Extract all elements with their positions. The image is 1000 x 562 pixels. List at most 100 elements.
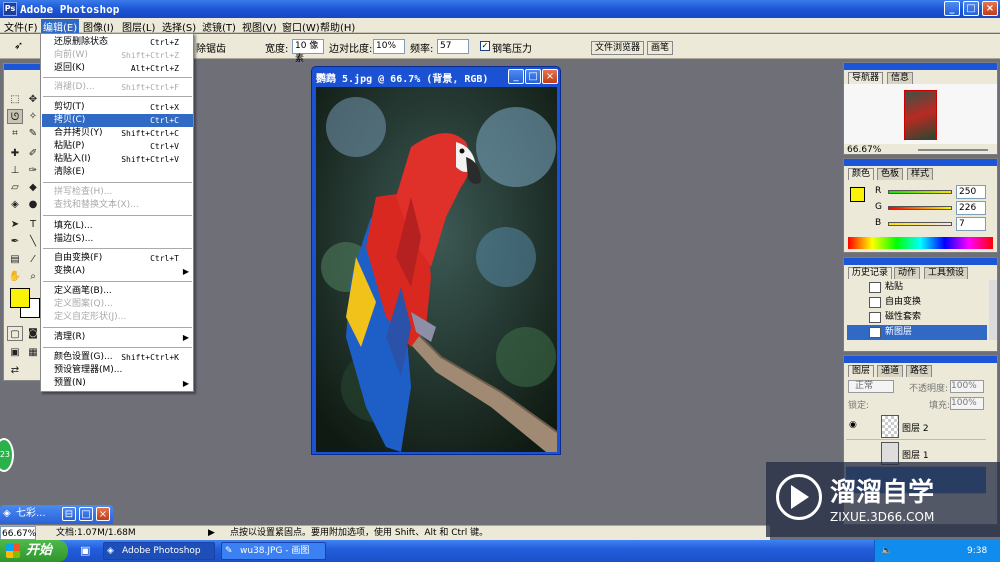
brush-tool-icon[interactable]: ✐ — [25, 146, 41, 161]
quickmask-mode-icon[interactable]: ◙ — [25, 326, 41, 341]
stamp-tool-icon[interactable]: ⊥ — [7, 163, 23, 178]
navigator-zoom-slider[interactable] — [918, 149, 988, 151]
menu-item-copy-merged[interactable]: 合并拷贝(Y) Shift+Ctrl+C — [42, 127, 193, 140]
parrot-photo-canvas[interactable] — [316, 87, 557, 452]
menu-item-color-settings[interactable]: 颜色设置(G)... Shift+Ctrl+K — [42, 351, 193, 364]
menu-item-copy[interactable]: 拷贝(C) Ctrl+C — [42, 114, 193, 127]
history-item-selected[interactable]: 新图层 — [847, 325, 987, 340]
magic-wand-icon[interactable]: ✧ — [25, 109, 41, 124]
contrast-input[interactable]: 10% — [373, 39, 405, 54]
navigator-thumbnail[interactable] — [904, 90, 937, 140]
mini-close-button[interactable]: × — [96, 507, 110, 521]
move-tool-icon[interactable]: ✥ — [25, 92, 41, 107]
g-value[interactable]: 226 — [956, 201, 986, 215]
layer-row[interactable]: ◉ 图层 2 — [846, 413, 986, 440]
mini-maximize-button[interactable]: □ — [79, 507, 93, 521]
zoom-tool-icon[interactable]: ⌕ — [25, 269, 41, 284]
menu-item-preset-manager[interactable]: 预设管理器(M)... — [42, 364, 193, 377]
color-spectrum-ramp[interactable] — [848, 237, 993, 249]
doc-minimize-button[interactable]: _ — [508, 69, 524, 84]
history-item[interactable]: 自由变换 — [847, 295, 987, 310]
green-badge[interactable]: 23 — [0, 438, 14, 472]
screen-mode-2-icon[interactable]: ▦ — [25, 345, 41, 360]
mini-restore-button[interactable]: ⊟ — [62, 507, 76, 521]
history-scrollbar[interactable] — [989, 280, 997, 340]
tab-layers[interactable]: 图层 — [848, 365, 875, 377]
tab-color[interactable]: 颜色 — [848, 168, 875, 180]
menu-item-purge[interactable]: 清理(R) ▶ — [42, 331, 193, 344]
play-arrow-icon[interactable]: ▶ — [208, 526, 215, 540]
imageready-icon[interactable]: ⇄ — [7, 363, 23, 378]
menu-item-free-transform[interactable]: 自由变换(F) Ctrl+T — [42, 252, 193, 265]
eraser-tool-icon[interactable]: ▱ — [7, 180, 23, 195]
menu-item-clear[interactable]: 清除(E) — [42, 166, 193, 179]
doc-close-button[interactable]: × — [542, 69, 558, 84]
b-value[interactable]: 7 — [956, 217, 986, 231]
lasso-tool-icon[interactable]: ᘎ — [7, 109, 23, 124]
width-input[interactable]: 10 像素 — [292, 39, 324, 64]
frequency-input[interactable]: 57 — [437, 39, 469, 54]
menu-select[interactable]: 选择(S) — [160, 19, 198, 34]
antialias-label[interactable]: 除锯齿 — [196, 40, 226, 55]
blend-mode-select[interactable]: 正常 — [848, 380, 894, 393]
foreground-color-swatch[interactable] — [10, 288, 30, 308]
eyedropper-icon[interactable]: ⁄ — [25, 252, 41, 267]
minimized-document-window[interactable]: ◈ 七彩... ⊟ □ × — [0, 505, 113, 524]
show-desktop-icon[interactable]: ▣ — [80, 544, 90, 557]
tab-swatches[interactable]: 色板 — [877, 168, 904, 180]
history-item[interactable]: 磁性套索 — [847, 310, 987, 325]
blur-tool-icon[interactable]: ◈ — [7, 197, 23, 212]
color-fg-swatch[interactable] — [850, 187, 865, 202]
type-tool-icon[interactable]: T — [25, 217, 41, 232]
pen-pressure-checkbox[interactable]: ✓ — [480, 41, 490, 51]
hand-tool-icon[interactable]: ✋ — [7, 269, 23, 284]
tab-paths[interactable]: 路径 — [906, 365, 933, 377]
menu-edit[interactable]: 编辑(E) — [41, 19, 80, 34]
menu-item-cut[interactable]: 剪切(T) Ctrl+X — [42, 101, 193, 114]
navigator-zoom[interactable]: 66.67% — [847, 145, 881, 155]
fill-input[interactable]: 100% — [950, 397, 984, 410]
tab-actions[interactable]: 动作 — [894, 267, 921, 279]
tab-info[interactable]: 信息 — [887, 72, 914, 84]
tab-styles[interactable]: 样式 — [907, 168, 934, 180]
line-tool-icon[interactable]: ╲ — [25, 234, 41, 249]
bucket-tool-icon[interactable]: ◆ — [25, 180, 41, 195]
navigator-view[interactable] — [844, 84, 997, 144]
magnetic-lasso-icon[interactable]: ➶ — [14, 39, 30, 54]
menu-filter[interactable]: 滤镜(T) — [200, 19, 238, 34]
r-value[interactable]: 250 — [956, 185, 986, 199]
r-slider[interactable] — [888, 190, 952, 194]
tab-file-browser[interactable]: 文件浏览器 — [591, 41, 645, 55]
tab-tool-presets[interactable]: 工具预设 — [924, 267, 969, 279]
g-slider[interactable] — [888, 206, 952, 210]
menu-help[interactable]: 帮助(H) — [318, 19, 357, 34]
pen-tool-icon[interactable]: ✒ — [7, 234, 23, 249]
status-zoom[interactable]: 66.67% — [0, 526, 36, 540]
menu-item-fill[interactable]: 填充(L)... — [42, 220, 193, 233]
tab-history[interactable]: 历史记录 — [848, 267, 893, 279]
slice-tool-icon[interactable]: ✎ — [25, 126, 41, 141]
healing-brush-icon[interactable]: ✚ — [7, 146, 23, 161]
menu-item-preferences[interactable]: 预置(N) ▶ — [42, 377, 193, 390]
menu-view[interactable]: 视图(V) — [240, 19, 279, 34]
history-brush-icon[interactable]: ✑ — [25, 163, 41, 178]
menu-window[interactable]: 窗口(W) — [280, 19, 322, 34]
menu-image[interactable]: 图像(I) — [81, 19, 116, 34]
menu-item-paste-into[interactable]: 粘贴入(I) Shift+Ctrl+V — [42, 153, 193, 166]
path-select-icon[interactable]: ➤ — [7, 217, 23, 232]
start-button[interactable]: 开始 — [0, 540, 68, 562]
dodge-tool-icon[interactable]: ● — [25, 197, 41, 212]
opacity-input[interactable]: 100% — [950, 380, 984, 393]
tab-navigator[interactable]: 导航器 — [848, 72, 884, 84]
task-paint[interactable]: ✎ wu38.JPG - 画图 — [221, 542, 326, 560]
doc-maximize-button[interactable]: □ — [525, 69, 541, 84]
menu-item-define-brush[interactable]: 定义画笔(B)... — [42, 285, 193, 298]
task-photoshop[interactable]: ◈ Adobe Photoshop — [103, 542, 215, 560]
marquee-tool-icon[interactable]: ⬚ — [7, 92, 23, 107]
menu-item-transform[interactable]: 变换(A) ▶ — [42, 265, 193, 278]
crop-tool-icon[interactable]: ⌗ — [7, 126, 23, 141]
minimize-button[interactable]: _ — [944, 1, 960, 16]
tab-channels[interactable]: 通道 — [877, 365, 904, 377]
b-slider[interactable] — [888, 222, 952, 226]
standard-mode-icon[interactable]: ▢ — [7, 326, 23, 341]
